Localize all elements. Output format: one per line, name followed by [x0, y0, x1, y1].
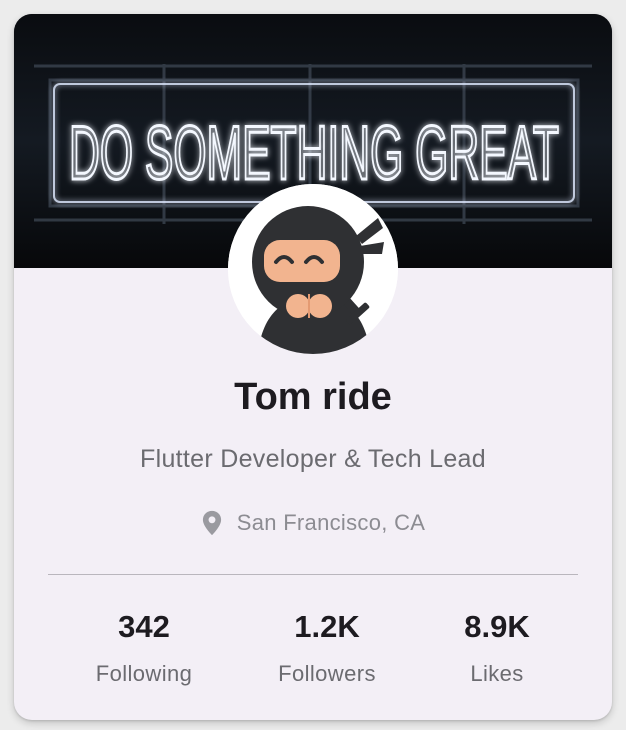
stat-value: 8.9K — [464, 609, 530, 644]
divider — [48, 574, 578, 575]
location-text: San Francisco, CA — [236, 510, 426, 535]
location-pin-icon — [202, 510, 221, 536]
profile-title: Flutter Developer & Tech Lead — [140, 445, 486, 473]
stat-following[interactable]: 342 Following — [44, 608, 244, 688]
avatar[interactable] — [228, 184, 398, 354]
stat-likes[interactable]: 8.9K Likes — [397, 608, 597, 688]
ninja-avatar-icon — [228, 184, 398, 354]
profile-location: San Francisco, CA — [14, 510, 612, 536]
stat-label: Following — [95, 661, 193, 686]
profile-name: Tom ride — [234, 376, 392, 418]
profile-card: DO SOMETHING GREAT Tom ride Flutter Deve… — [14, 14, 612, 720]
stat-label: Likes — [470, 661, 524, 686]
stat-value: 342 — [118, 609, 170, 644]
